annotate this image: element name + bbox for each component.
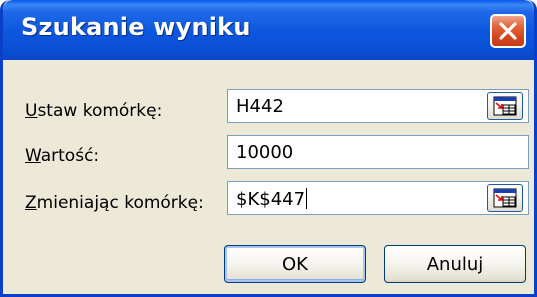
to-value-input[interactable]: 10000 [227, 135, 529, 169]
changing-cell-label: Zmieniając komórkę: [25, 193, 204, 213]
text-caret [306, 188, 308, 209]
to-value-label: Wartość: [25, 146, 100, 166]
changing-cell-input[interactable]: $K$447 [227, 181, 529, 215]
changing-cell-range-button[interactable] [487, 184, 523, 212]
ok-button[interactable]: OK [224, 245, 366, 283]
title-bar[interactable]: Szukanie wyniku [3, 0, 534, 60]
cancel-button[interactable]: Anuluj [384, 245, 526, 283]
range-picker-icon [493, 96, 517, 116]
close-button[interactable] [490, 14, 526, 48]
dialog-title: Szukanie wyniku [21, 13, 251, 41]
goal-seek-dialog: Szukanie wyniku Ustaw komórkę: H442 Wart… [0, 0, 537, 297]
close-icon [499, 22, 517, 40]
set-cell-input[interactable]: H442 [227, 89, 529, 123]
set-cell-label: Ustaw komórkę: [25, 101, 163, 121]
range-picker-icon [493, 188, 517, 208]
set-cell-range-button[interactable] [487, 92, 523, 120]
